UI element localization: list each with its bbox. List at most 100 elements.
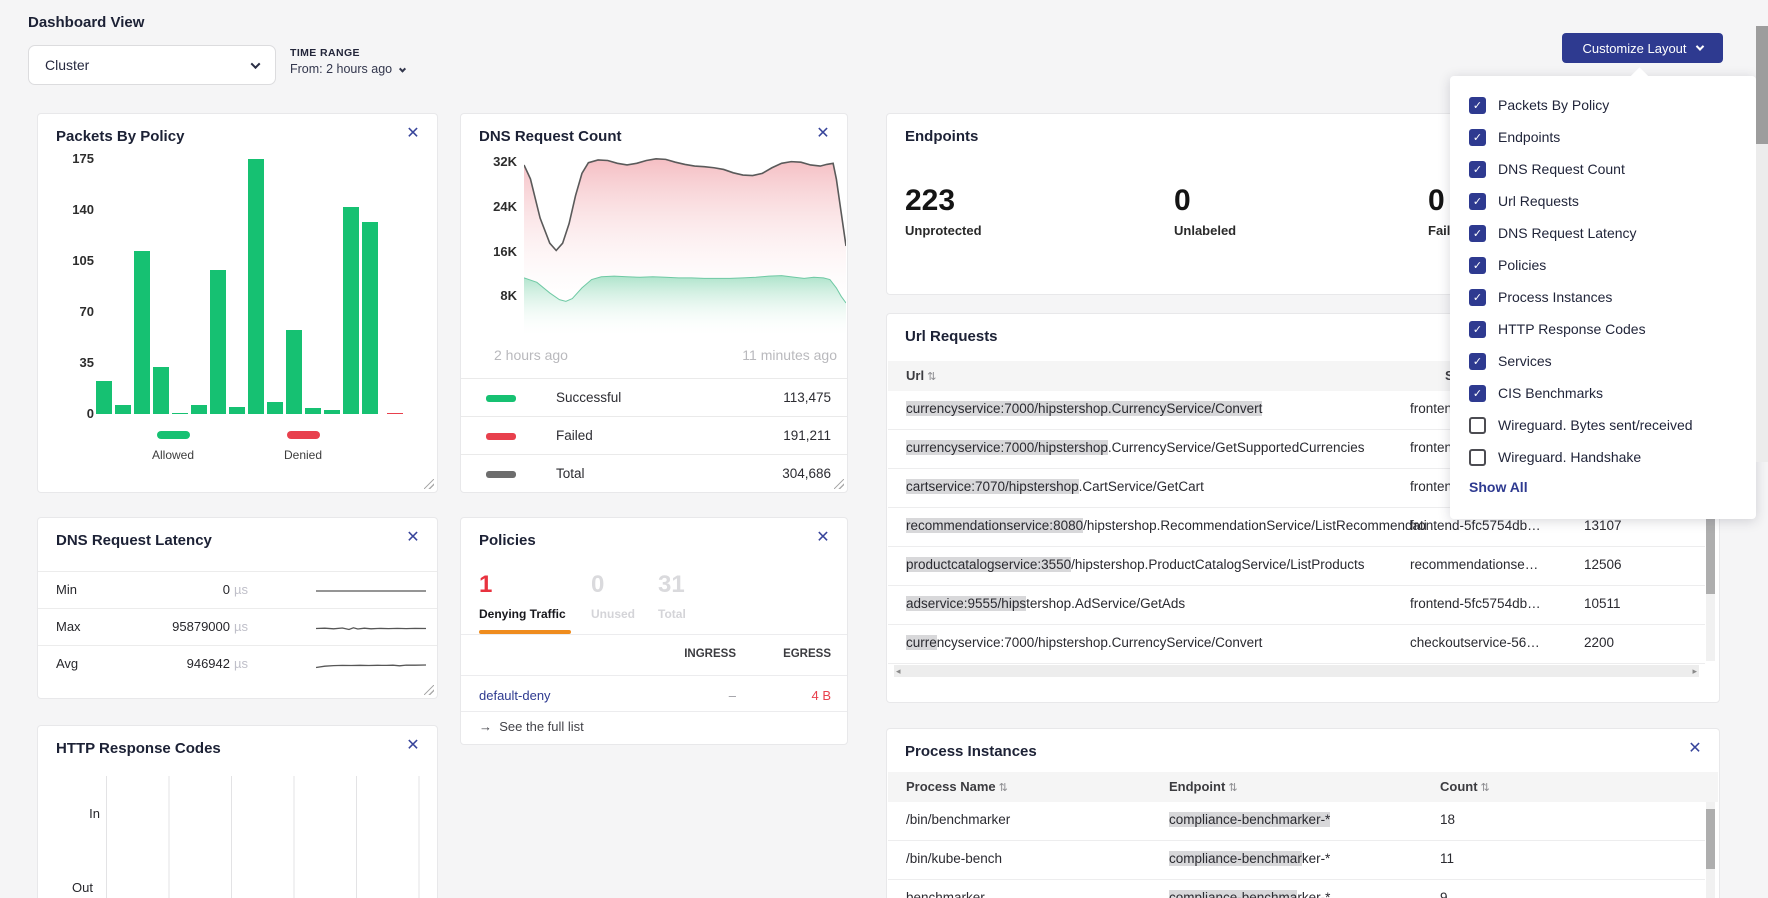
y-tick-label: 16K [467, 244, 517, 259]
count-cell: 9 [1440, 890, 1530, 898]
process-table-vertical-scrollbar[interactable] [1706, 802, 1715, 898]
menu-item[interactable]: ✓DNS Request Count [1450, 153, 1756, 185]
checkbox-icon[interactable] [1469, 417, 1486, 434]
card-title: Packets By Policy [56, 128, 184, 145]
checkbox-icon[interactable]: ✓ [1469, 289, 1486, 306]
show-all-link[interactable]: Show All [1469, 479, 1528, 495]
menu-item[interactable]: Wireguard. Handshake [1450, 441, 1756, 473]
count-cell: 2200 [1584, 635, 1674, 650]
url-table-horizontal-scrollbar[interactable]: ◂ ▸ [894, 665, 1699, 677]
sort-icon[interactable]: ⇅ [927, 371, 936, 383]
close-icon[interactable]: ✕ [403, 124, 423, 144]
close-icon[interactable]: ✕ [813, 528, 833, 548]
checkbox-icon[interactable] [1469, 449, 1486, 466]
sort-icon[interactable]: ⇅ [1481, 782, 1490, 794]
customize-layout-button[interactable]: Customize Layout [1562, 33, 1723, 63]
resize-grip[interactable] [424, 479, 434, 489]
checkbox-icon[interactable]: ✓ [1469, 97, 1486, 114]
checkbox-icon[interactable]: ✓ [1469, 385, 1486, 402]
column-header-egress: EGRESS [751, 648, 831, 660]
y-tick-label: 32K [467, 154, 517, 169]
menu-item[interactable]: ✓Url Requests [1450, 185, 1756, 217]
menu-item[interactable]: ✓Endpoints [1450, 121, 1756, 153]
table-row[interactable]: /bin/benchmarkercompliance-benchmarker-*… [888, 802, 1705, 841]
legend-value: 191,211 [783, 428, 831, 443]
scroll-right-arrow-icon[interactable]: ▸ [1692, 666, 1697, 677]
bar-allowed [134, 251, 150, 414]
table-row[interactable]: adservice:9555/hipstershop.AdService/Get… [888, 586, 1705, 625]
table-row[interactable]: /bin/kube-benchcompliance-benchmarker-*1… [888, 841, 1705, 880]
see-full-list-link[interactable]: → See the full list [479, 719, 584, 734]
sparkline-max [316, 616, 426, 640]
menu-item-label: DNS Request Latency [1498, 225, 1637, 241]
legend-label: Total [556, 466, 585, 481]
menu-item-label: HTTP Response Codes [1498, 321, 1646, 337]
page-title: Dashboard View [28, 14, 144, 31]
sort-icon[interactable]: ⇅ [999, 782, 1008, 794]
policy-egress-value: 4 B [751, 688, 831, 703]
close-icon[interactable]: ✕ [813, 124, 833, 144]
close-icon[interactable]: ✕ [403, 736, 423, 756]
url-cell: currencyservice:7000/hipstershop.Currenc… [906, 440, 1426, 455]
policies-tab-denying-traffic[interactable]: 1Denying Traffic [479, 573, 566, 621]
menu-item-label: Wireguard. Handshake [1498, 449, 1641, 465]
policies-tab-total[interactable]: 31 Total [658, 573, 686, 621]
close-icon[interactable]: ✕ [403, 528, 423, 548]
policy-name-link[interactable]: default-deny [479, 688, 551, 703]
y-tick-label: 140 [46, 202, 94, 217]
column-header-endpoint[interactable]: Endpoint⇅ [1169, 779, 1238, 794]
legend-allowed: Allowed [138, 426, 208, 462]
checkbox-icon[interactable]: ✓ [1469, 225, 1486, 242]
menu-item[interactable]: ✓Services [1450, 345, 1756, 377]
policy-ingress-value: – [656, 688, 736, 703]
time-range-value[interactable]: From: 2 hours ago [290, 62, 405, 76]
page-scrollbar[interactable] [1756, 26, 1768, 462]
scrollbar-thumb[interactable] [1706, 809, 1715, 869]
menu-item-label: Process Instances [1498, 289, 1612, 305]
bar-denied [387, 413, 403, 415]
menu-item[interactable]: ✓ HTTP Response Codes [1450, 313, 1756, 345]
url-cell: adservice:9555/hipstershop.AdService/Get… [906, 596, 1426, 611]
tab-label: Total [658, 607, 686, 621]
policies-tab-unused[interactable]: 0Unused [591, 573, 635, 621]
sort-icon[interactable]: ⇅ [1228, 782, 1237, 794]
column-header-count[interactable]: Count⇅ [1440, 779, 1490, 794]
table-row[interactable]: benchmarkercompliance-benchmarker-*9 [888, 880, 1705, 898]
menu-item[interactable]: ✓Policies [1450, 249, 1756, 281]
menu-item[interactable]: Wireguard. Bytes sent/received [1450, 409, 1756, 441]
checkbox-icon[interactable]: ✓ [1469, 353, 1486, 370]
service-cell: frontend-5fc5754db… [1410, 518, 1570, 533]
y-tick-label: 105 [46, 253, 94, 268]
close-icon[interactable]: ✕ [1685, 739, 1705, 759]
latency-row: Avg946942µs [38, 645, 437, 682]
table-row[interactable]: productcatalogservice:3550/hipstershop.P… [888, 547, 1705, 586]
allowed-swatch-icon [157, 431, 190, 439]
page-scrollbar-thumb[interactable] [1756, 26, 1768, 144]
table-row[interactable]: currencyservice:7000/hipstershop.Currenc… [888, 625, 1705, 664]
view-select[interactable]: Cluster [28, 45, 276, 85]
menu-item[interactable]: ✓ DNS Request Latency [1450, 217, 1756, 249]
checkbox-icon[interactable]: ✓ [1469, 161, 1486, 178]
checkbox-icon[interactable]: ✓ [1469, 129, 1486, 146]
resize-grip[interactable] [834, 479, 844, 489]
scroll-left-arrow-icon[interactable]: ◂ [896, 666, 901, 677]
checkbox-icon[interactable]: ✓ [1469, 321, 1486, 338]
card-policies: Policies ✕ 1Denying Traffic0Unused31Tota… [460, 517, 848, 745]
menu-item[interactable]: ✓Packets By Policy [1450, 89, 1756, 121]
card-http-response-codes: HTTP Response Codes ✕ In Out [37, 725, 438, 898]
process-name-cell: /bin/kube-bench [906, 851, 1156, 866]
legend-value: 113,475 [783, 390, 831, 405]
checkbox-icon[interactable]: ✓ [1469, 257, 1486, 274]
count-cell: 10511 [1584, 596, 1674, 611]
menu-item[interactable]: ✓ Process Instances [1450, 281, 1756, 313]
process-table-header: Process Name⇅ Endpoint⇅ Count⇅ [888, 772, 1718, 802]
resize-grip[interactable] [424, 685, 434, 695]
scrollbar-thumb[interactable] [1706, 516, 1715, 594]
column-header-url[interactable]: Url⇅ [906, 368, 936, 383]
checkbox-icon[interactable]: ✓ [1469, 193, 1486, 210]
menu-item[interactable]: ✓CIS Benchmarks [1450, 377, 1756, 409]
tab-value: 31 [658, 573, 686, 597]
column-header-process-name[interactable]: Process Name⇅ [906, 779, 1008, 794]
y-tick-label: 35 [46, 355, 94, 370]
bar-allowed [305, 408, 321, 414]
